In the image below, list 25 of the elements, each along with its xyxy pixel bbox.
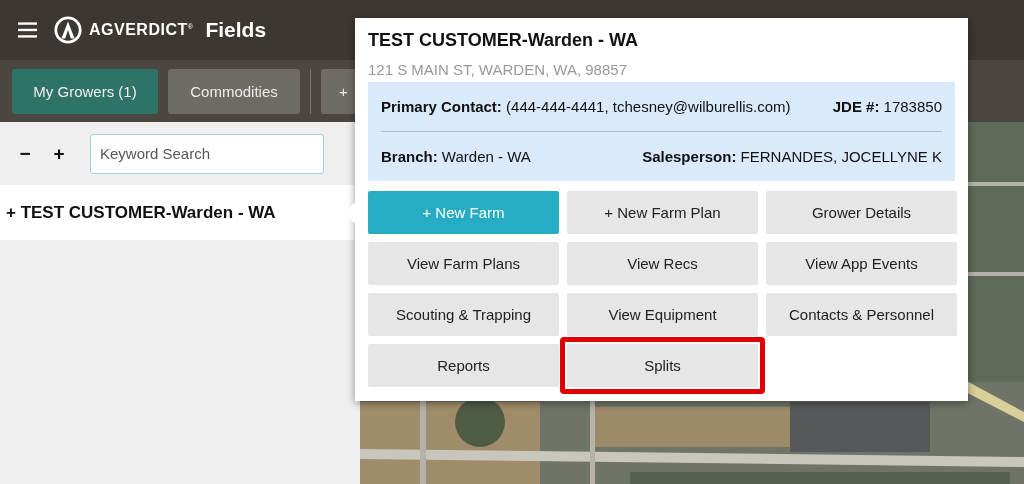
brand-name: AGVERDICT$^{®}$ [89, 21, 194, 39]
toolbar-tab[interactable]: My Growers (1) [12, 68, 158, 114]
menu-icon[interactable] [18, 22, 37, 38]
action-button[interactable]: Contacts & Personnel [766, 293, 957, 336]
action-button[interactable]: Grower Details [766, 191, 957, 234]
action-button[interactable]: View Equipment [567, 293, 758, 336]
address-text: 121 S MAIN ST, WARDEN, WA, 98857 [368, 61, 628, 78]
info-text: Primary Contact: (444-444-4441, tchesney@wilburellis.com) [381, 98, 791, 115]
action-button[interactable]: Splits [560, 337, 765, 394]
logo-icon [53, 15, 83, 45]
action-button[interactable]: View Farm Plans [368, 242, 559, 285]
toolbar-tab[interactable]: Commodities [168, 68, 300, 114]
action-button[interactable]: Reports [368, 344, 559, 387]
action-button[interactable]: Scouting & Trapping [368, 293, 559, 336]
action-button[interactable]: View Recs [567, 242, 758, 285]
page-title: Fields [205, 18, 267, 42]
info-text: Salesperson: FERNANDES, JOCELLYNE K [642, 148, 942, 165]
action-button[interactable]: View App Events [766, 242, 957, 285]
search-field[interactable]: Keyword Search [90, 133, 324, 174]
action-button[interactable]: + New Farm Plan [567, 191, 758, 234]
info-text: JDE #: 1783850 [832, 98, 942, 115]
info-text: Branch: Warden - WA [381, 148, 531, 165]
zoom-out-button[interactable]: − [8, 142, 42, 165]
popup-title: TEST CUSTOMER-Warden - WA [368, 30, 639, 51]
zoom-in-button[interactable]: + [42, 142, 76, 165]
